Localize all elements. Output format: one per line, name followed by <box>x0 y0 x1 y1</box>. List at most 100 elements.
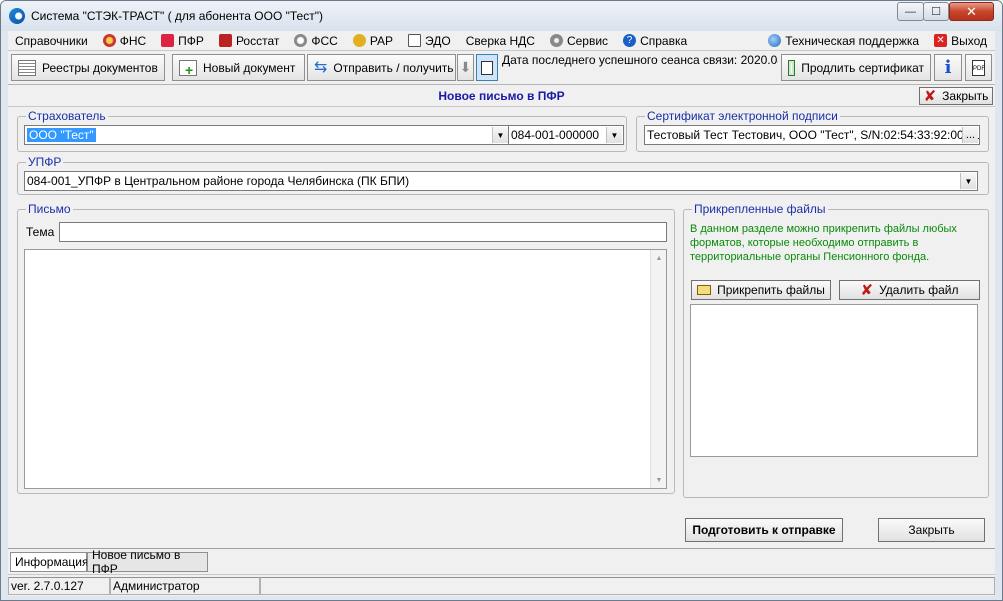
title-bar: Система "СТЭК-ТРАСТ" ( для абонента ООО … <box>1 1 1002 31</box>
rosstat-icon <box>218 34 232 47</box>
menu-tech-support[interactable]: Техническая поддержка <box>761 31 927 51</box>
menu-pfr[interactable]: ПФР <box>154 31 212 51</box>
status-bar: ver. 2.7.0.127 Администратор <box>8 574 995 596</box>
chevron-down-icon[interactable]: ▼ <box>492 127 508 143</box>
delete-icon: ✘ <box>860 281 874 299</box>
button-label: Закрыть <box>942 89 989 103</box>
minimize-button[interactable]: — <box>897 2 924 21</box>
tab-new-letter-pfr[interactable]: Новое письмо в ПФР <box>87 548 208 576</box>
arrow-down-icon: ⬇ <box>459 59 472 75</box>
maximize-button[interactable]: ☐ <box>923 2 949 21</box>
pdf-button[interactable]: PDF <box>965 54 992 81</box>
user-text: Администратор <box>110 577 260 595</box>
chevron-down-icon[interactable]: ▼ <box>606 127 622 143</box>
menu-label: Техническая поддержка <box>785 33 920 48</box>
menu-label: Сервис <box>566 33 609 48</box>
form-panel: Новое письмо в ПФР ✘ Закрыть Страхователь… <box>8 85 995 548</box>
chevron-down-icon[interactable]: ▼ <box>960 173 976 189</box>
menu-rosstat[interactable]: Росстат <box>212 31 287 51</box>
tab-information[interactable]: Информация <box>10 552 88 572</box>
insurer-legend: Страхователь <box>26 109 108 123</box>
letter-legend: Письмо <box>26 202 73 216</box>
letter-scrollbar[interactable]: ▲ ▼ <box>650 250 666 488</box>
scroll-up-icon[interactable]: ▲ <box>651 250 667 266</box>
pdf-icon: PDF <box>972 59 985 76</box>
button-label: Продлить сертификат <box>801 60 924 75</box>
upfr-select[interactable]: 084-001_УПФР в Центральном районе города… <box>24 171 978 191</box>
status-empty-cell <box>260 577 995 595</box>
menu-label: Сверка НДС <box>465 33 535 48</box>
upfr-value: 084-001_УПФР в Центральном районе города… <box>27 174 410 188</box>
button-label: Отправить / получить <box>333 60 454 75</box>
button-label: Новый документ <box>203 60 296 75</box>
close-form-top-button[interactable]: ✘ Закрыть <box>919 87 993 105</box>
window-tabs: Информация Новое письмо в ПФР <box>8 548 995 576</box>
download-arrow-button[interactable]: ⬇ <box>457 54 474 81</box>
window-title: Система "СТЭК-ТРАСТ" ( для абонента ООО … <box>31 9 323 23</box>
fss-icon <box>294 34 308 47</box>
close-icon: ✘ <box>923 87 937 105</box>
menu-vat-reconciliation[interactable]: Сверка НДС <box>459 31 543 51</box>
prepare-send-button[interactable]: Подготовить к отправке <box>685 518 843 542</box>
app-logo-icon <box>9 8 25 24</box>
registries-button[interactable]: Реестры документов <box>11 54 165 81</box>
exit-icon: ✕ <box>934 34 948 47</box>
registry-icon <box>18 59 36 76</box>
certificate-field[interactable]: Тестовый Тест Тестович, ООО "Тест", S/N:… <box>644 125 980 145</box>
menu-service[interactable]: Сервис <box>543 31 616 51</box>
document-view-button[interactable] <box>476 54 498 81</box>
gear-icon <box>549 34 563 47</box>
attachments-info-text: В данном разделе можно прикрепить файлы … <box>690 223 957 263</box>
insurer-select[interactable]: ООО "Тест" ▼ <box>24 125 510 145</box>
menu-label: ЭДО <box>425 33 451 48</box>
menu-exit[interactable]: ✕ Выход <box>927 31 995 51</box>
menu-references[interactable]: Справочники <box>8 31 96 51</box>
info-button[interactable]: i <box>934 54 962 81</box>
version-text: ver. 2.7.0.127 <box>8 577 110 595</box>
new-document-button[interactable]: + Новый документ <box>172 54 305 81</box>
close-form-bottom-button[interactable]: Закрыть <box>878 518 985 542</box>
new-document-icon: + <box>179 59 197 77</box>
menu-label: РАР <box>369 33 394 48</box>
button-label: Удалить файл <box>879 283 959 297</box>
menu-label: Росстат <box>235 33 280 48</box>
menu-rar[interactable]: РАР <box>346 31 401 51</box>
pfr-icon <box>161 34 175 47</box>
renew-certificate-button[interactable]: Продлить сертификат <box>781 54 931 81</box>
globe-icon <box>768 34 782 47</box>
button-label: Реестры документов <box>42 60 158 75</box>
send-receive-button[interactable]: ⇆ Отправить / получить <box>307 54 456 81</box>
reg-number-select[interactable]: 084-001-000000 ▼ <box>508 125 624 145</box>
fns-icon <box>102 34 116 47</box>
menu-edo[interactable]: ЭДО <box>401 31 459 51</box>
edo-icon <box>408 34 422 47</box>
subject-label: Тема <box>26 225 55 239</box>
attachments-legend: Прикрепленные файлы <box>692 202 828 216</box>
toolbar: Реестры документов + Новый документ ⇆ От… <box>8 51 995 85</box>
form-title: Новое письмо в ПФР <box>438 89 565 103</box>
attachments-list[interactable] <box>690 304 978 457</box>
folder-open-icon <box>697 285 712 295</box>
last-session-text: Дата последнего успешного сеанса связи: … <box>502 53 778 67</box>
menu-fns[interactable]: ФНС <box>96 31 154 51</box>
menu-label: Справка <box>640 33 688 48</box>
form-header: Новое письмо в ПФР ✘ Закрыть <box>8 85 995 107</box>
help-icon: ? <box>623 34 637 47</box>
letter-body-textarea[interactable]: ▲ ▼ <box>24 249 667 489</box>
close-window-button[interactable]: ✕ <box>949 2 994 21</box>
scroll-down-icon[interactable]: ▼ <box>651 472 667 488</box>
menu-label: ПФР <box>178 33 204 48</box>
insurer-value: ООО "Тест" <box>27 128 96 142</box>
menu-label: Выход <box>951 33 987 48</box>
reg-number-value: 084-001-000000 <box>511 128 600 142</box>
subject-input[interactable] <box>59 222 667 242</box>
delete-file-button[interactable]: ✘ Удалить файл <box>839 280 980 300</box>
certificate-icon <box>788 59 796 76</box>
browse-certificate-button[interactable]: ... <box>962 127 978 143</box>
attach-files-button[interactable]: Прикрепить файлы <box>691 280 831 300</box>
menu-label: Справочники <box>15 33 88 48</box>
info-icon: i <box>944 57 952 78</box>
menu-fss[interactable]: ФСС <box>287 31 345 51</box>
button-label: Прикрепить файлы <box>717 283 825 297</box>
menu-help[interactable]: ? Справка <box>616 31 695 51</box>
